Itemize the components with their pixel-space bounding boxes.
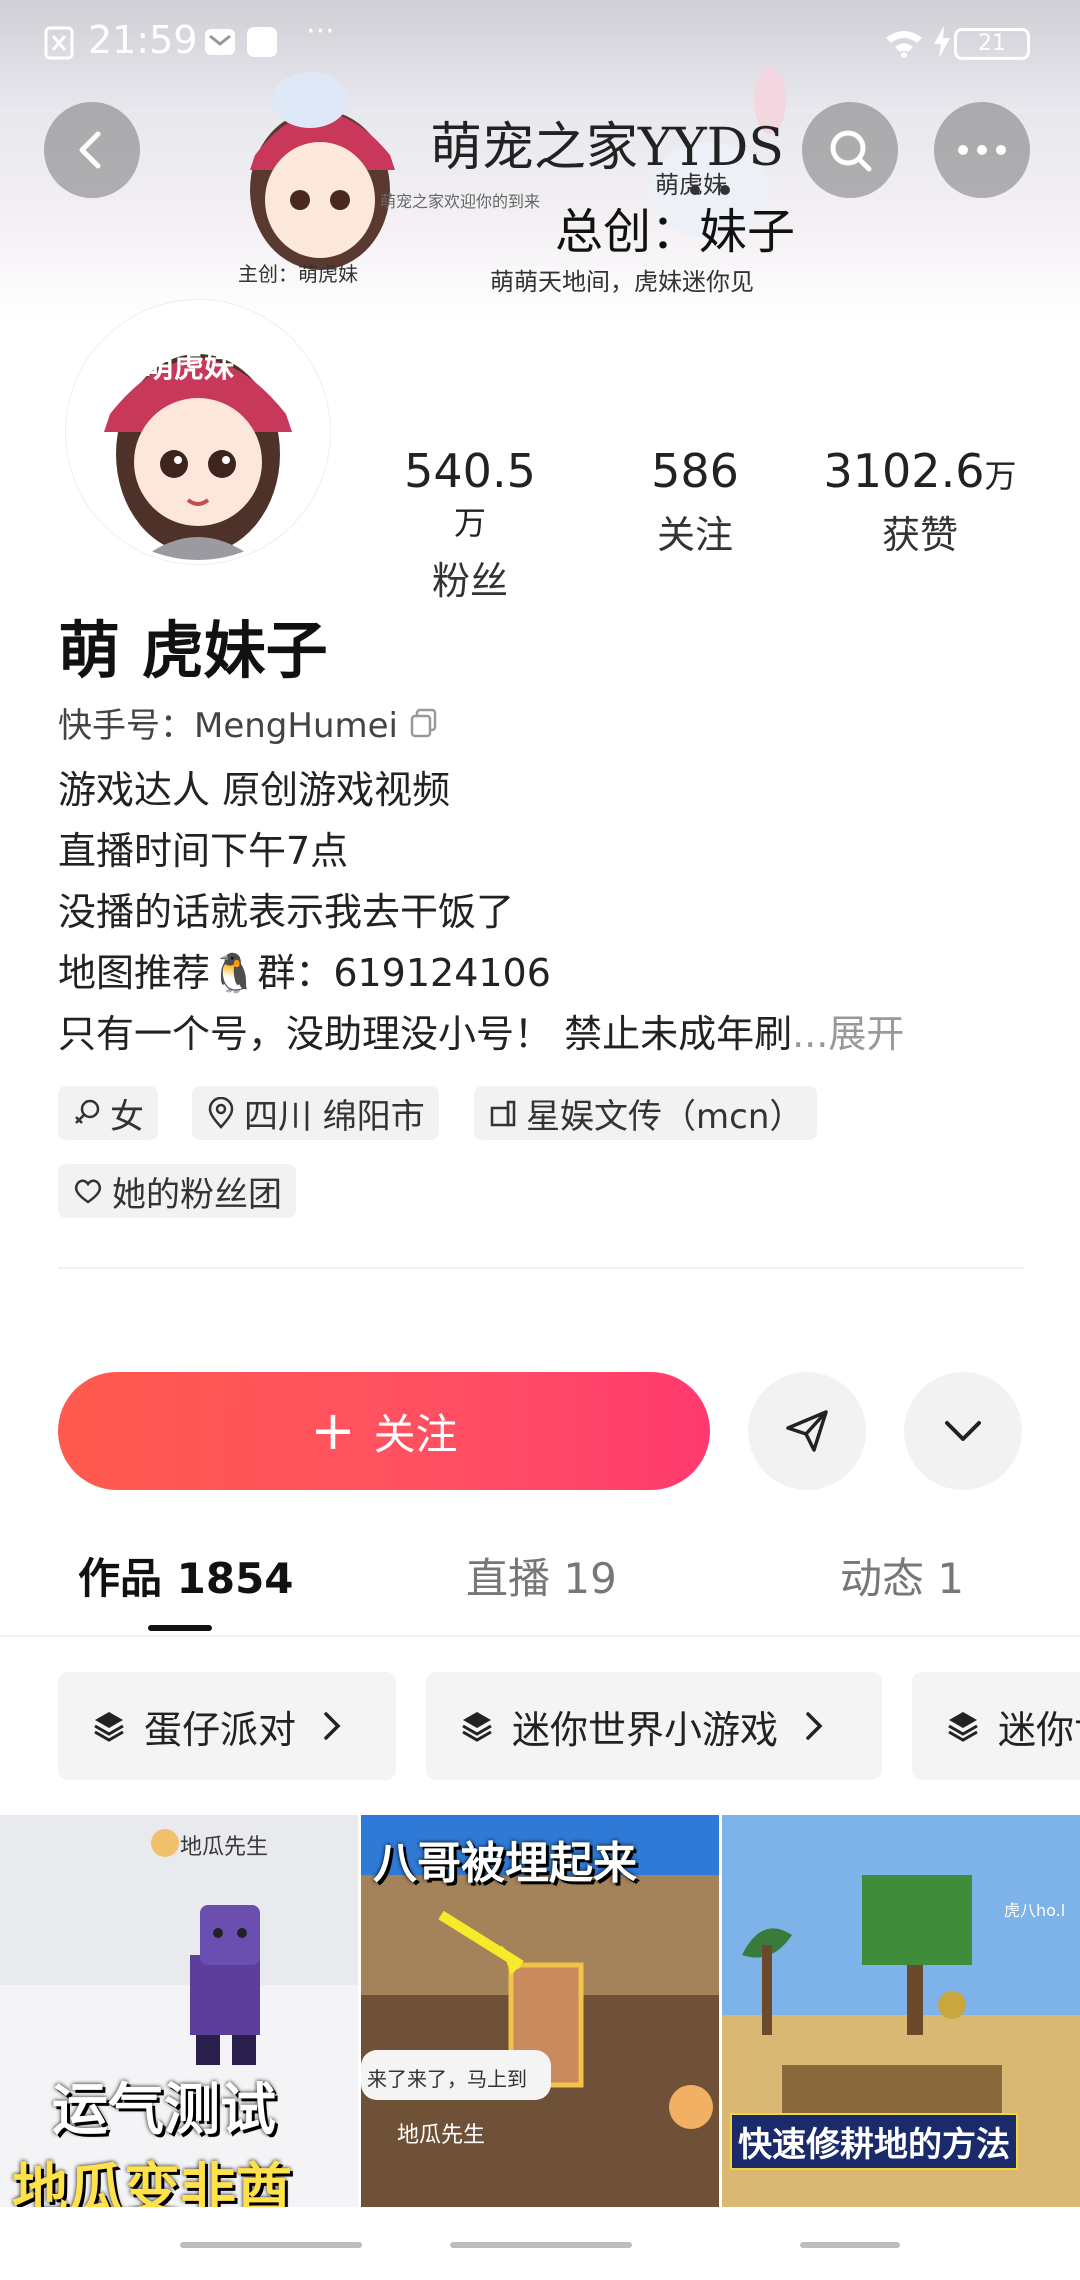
tag-location[interactable]: 四川 绵阳市 <box>192 1086 439 1140</box>
followers-count: 540.5 <box>404 444 536 498</box>
layers-icon <box>948 1712 978 1742</box>
video-caption: 快速修耕地的方法 <box>730 2113 1018 2170</box>
tab-live[interactable]: 直播 19 <box>466 1545 617 1606</box>
collection-chip[interactable]: 蛋仔派对 <box>58 1672 396 1780</box>
status-time: 21:59 <box>88 18 198 62</box>
followers-stat[interactable]: 540.5 万 粉丝 <box>390 444 550 605</box>
share-button[interactable] <box>748 1372 866 1490</box>
kuaishou-id: 快手号：MengHumei <box>58 706 398 746</box>
back-button[interactable] <box>44 102 140 198</box>
avatar-cap-text: 萌虎妹 <box>144 350 234 385</box>
kuaishou-id-row[interactable]: 快手号：MengHumei <box>58 698 440 747</box>
likes-stat[interactable]: 3102.6万 获赞 <box>820 444 1020 559</box>
follow-button[interactable]: + 关注 <box>58 1372 710 1490</box>
video-caption: 运气测试 <box>52 2078 276 2143</box>
more-notifications-icon: ··· <box>306 14 335 49</box>
followers-unit: 万 <box>453 504 486 542</box>
video-caption: 地瓜变非酋 <box>12 2158 292 2207</box>
bio-line: 地图推荐🐧群：619124106 <box>58 951 551 995</box>
tab-moments[interactable]: 动态 1 <box>840 1545 964 1606</box>
heart-icon <box>74 1179 102 1204</box>
collection-label: 迷你世界小游戏 <box>512 1707 779 1752</box>
more-icon <box>958 145 1006 155</box>
bio-line: 只有一个号，没助理没小号！ 禁止未成年刷 <box>58 1012 793 1056</box>
nav-handle[interactable] <box>180 2242 362 2248</box>
system-nav-bar <box>0 2210 1080 2280</box>
app-notification-icon <box>247 27 277 57</box>
bio-line: 直播时间下午7点 <box>58 829 349 873</box>
layers-icon <box>462 1712 492 1742</box>
collection-label: 蛋仔派对 <box>144 1707 297 1752</box>
banner-title: 萌宠之家YYDS <box>430 118 784 178</box>
copy-icon[interactable] <box>408 707 440 739</box>
bio-line-last: 只有一个号，没助理没小号！ 禁止未成年刷...展开 <box>58 1004 904 1065</box>
tag-fan-club[interactable]: 她的粉丝团 <box>58 1164 296 1218</box>
nav-handle[interactable] <box>800 2242 900 2248</box>
search-button[interactable] <box>802 102 898 198</box>
tab-separator <box>0 1635 1080 1637</box>
battery-indicator: 21 <box>954 28 1030 60</box>
avatar[interactable]: 萌虎妹 <box>66 300 330 564</box>
back-icon <box>79 131 101 169</box>
likes-count: 3102.6 <box>823 444 985 498</box>
building-icon <box>490 1100 516 1127</box>
video-watermark: 地瓜先生 <box>180 1835 269 1860</box>
status-bar: 21:59 ··· 21 <box>0 0 1080 80</box>
following-label: 关注 <box>656 513 733 557</box>
likes-unit: 万 <box>984 457 1017 495</box>
share-icon <box>786 1410 828 1452</box>
chevron-right-icon <box>806 1712 823 1740</box>
collection-chip[interactable]: 迷你世界小游戏 <box>426 1672 882 1780</box>
video-caption: 八哥被埋起来 <box>373 1838 637 1889</box>
banner-main-creator: 主创：萌虎妹 <box>238 262 358 286</box>
video-watermark: 地瓜先生 <box>397 2123 486 2148</box>
sim-icon <box>44 26 74 60</box>
charging-icon <box>934 26 950 58</box>
wifi-icon <box>886 31 922 58</box>
video-thumbnail[interactable]: 地瓜先生 运气测试 地瓜变非酋 <box>0 1815 358 2207</box>
expand-button[interactable] <box>904 1372 1022 1490</box>
banner-slogan: 萌萌天地间，虎妹迷你见 <box>490 268 754 296</box>
follow-label: 关注 <box>373 1409 458 1459</box>
video-thumbnail[interactable]: 快速修耕地的方法 虎八ho.l <box>722 1815 1080 2207</box>
tag-gender-label: 女 <box>110 1096 144 1137</box>
likes-label: 获赞 <box>881 513 958 557</box>
profile-bio: 游戏达人 原创游戏视频 直播时间下午7点 没播的话就表示我去干饭了 地图推荐🐧群… <box>58 760 904 1065</box>
chevron-down-icon <box>945 1421 981 1441</box>
search-icon <box>830 130 872 172</box>
layers-icon <box>94 1712 124 1742</box>
bio-expand-link[interactable]: ...展开 <box>792 1012 904 1056</box>
mail-icon <box>205 29 235 55</box>
bio-line: 游戏达人 原创游戏视频 <box>58 768 451 812</box>
video-thumbnail[interactable]: 八哥被埋起来 来了来了，马上到 地瓜先生 <box>361 1815 719 2207</box>
nav-handle[interactable] <box>450 2242 632 2248</box>
following-count: 586 <box>651 444 739 498</box>
bio-line: 没播的话就表示我去干饭了 <box>58 890 515 934</box>
tab-indicator <box>148 1625 212 1631</box>
following-stat[interactable]: 586 关注 <box>620 444 770 559</box>
tag-gender: 女 <box>58 1086 158 1140</box>
gender-icon <box>75 1099 100 1124</box>
divider <box>58 1267 1024 1269</box>
plus-icon: + <box>310 1399 356 1462</box>
followers-label: 粉丝 <box>431 559 508 603</box>
tab-works[interactable]: 作品 1854 <box>78 1545 294 1606</box>
banner-creator: 总创：妹子 <box>555 204 796 260</box>
tag-mcn[interactable]: 星娱文传（mcn） <box>474 1086 818 1140</box>
video-bubble-text: 来了来了，马上到 <box>367 2067 527 2091</box>
tag-fan-club-label: 她的粉丝团 <box>112 1174 282 1215</box>
collection-label: 迷你世 <box>998 1707 1080 1752</box>
banner-welcome: 萌宠之家欢迎你的到来 <box>380 192 541 211</box>
video-watermark: 虎八ho.l <box>1004 1901 1066 1920</box>
more-button[interactable] <box>934 102 1030 198</box>
tag-location-label: 四川 绵阳市 <box>244 1096 425 1137</box>
chevron-right-icon <box>324 1712 341 1740</box>
location-icon <box>208 1097 234 1129</box>
collection-chip[interactable]: 迷你世 <box>912 1672 1080 1780</box>
profile-name: 萌 虎妹子 <box>58 614 328 687</box>
tag-mcn-label: 星娱文传（mcn） <box>526 1096 804 1137</box>
